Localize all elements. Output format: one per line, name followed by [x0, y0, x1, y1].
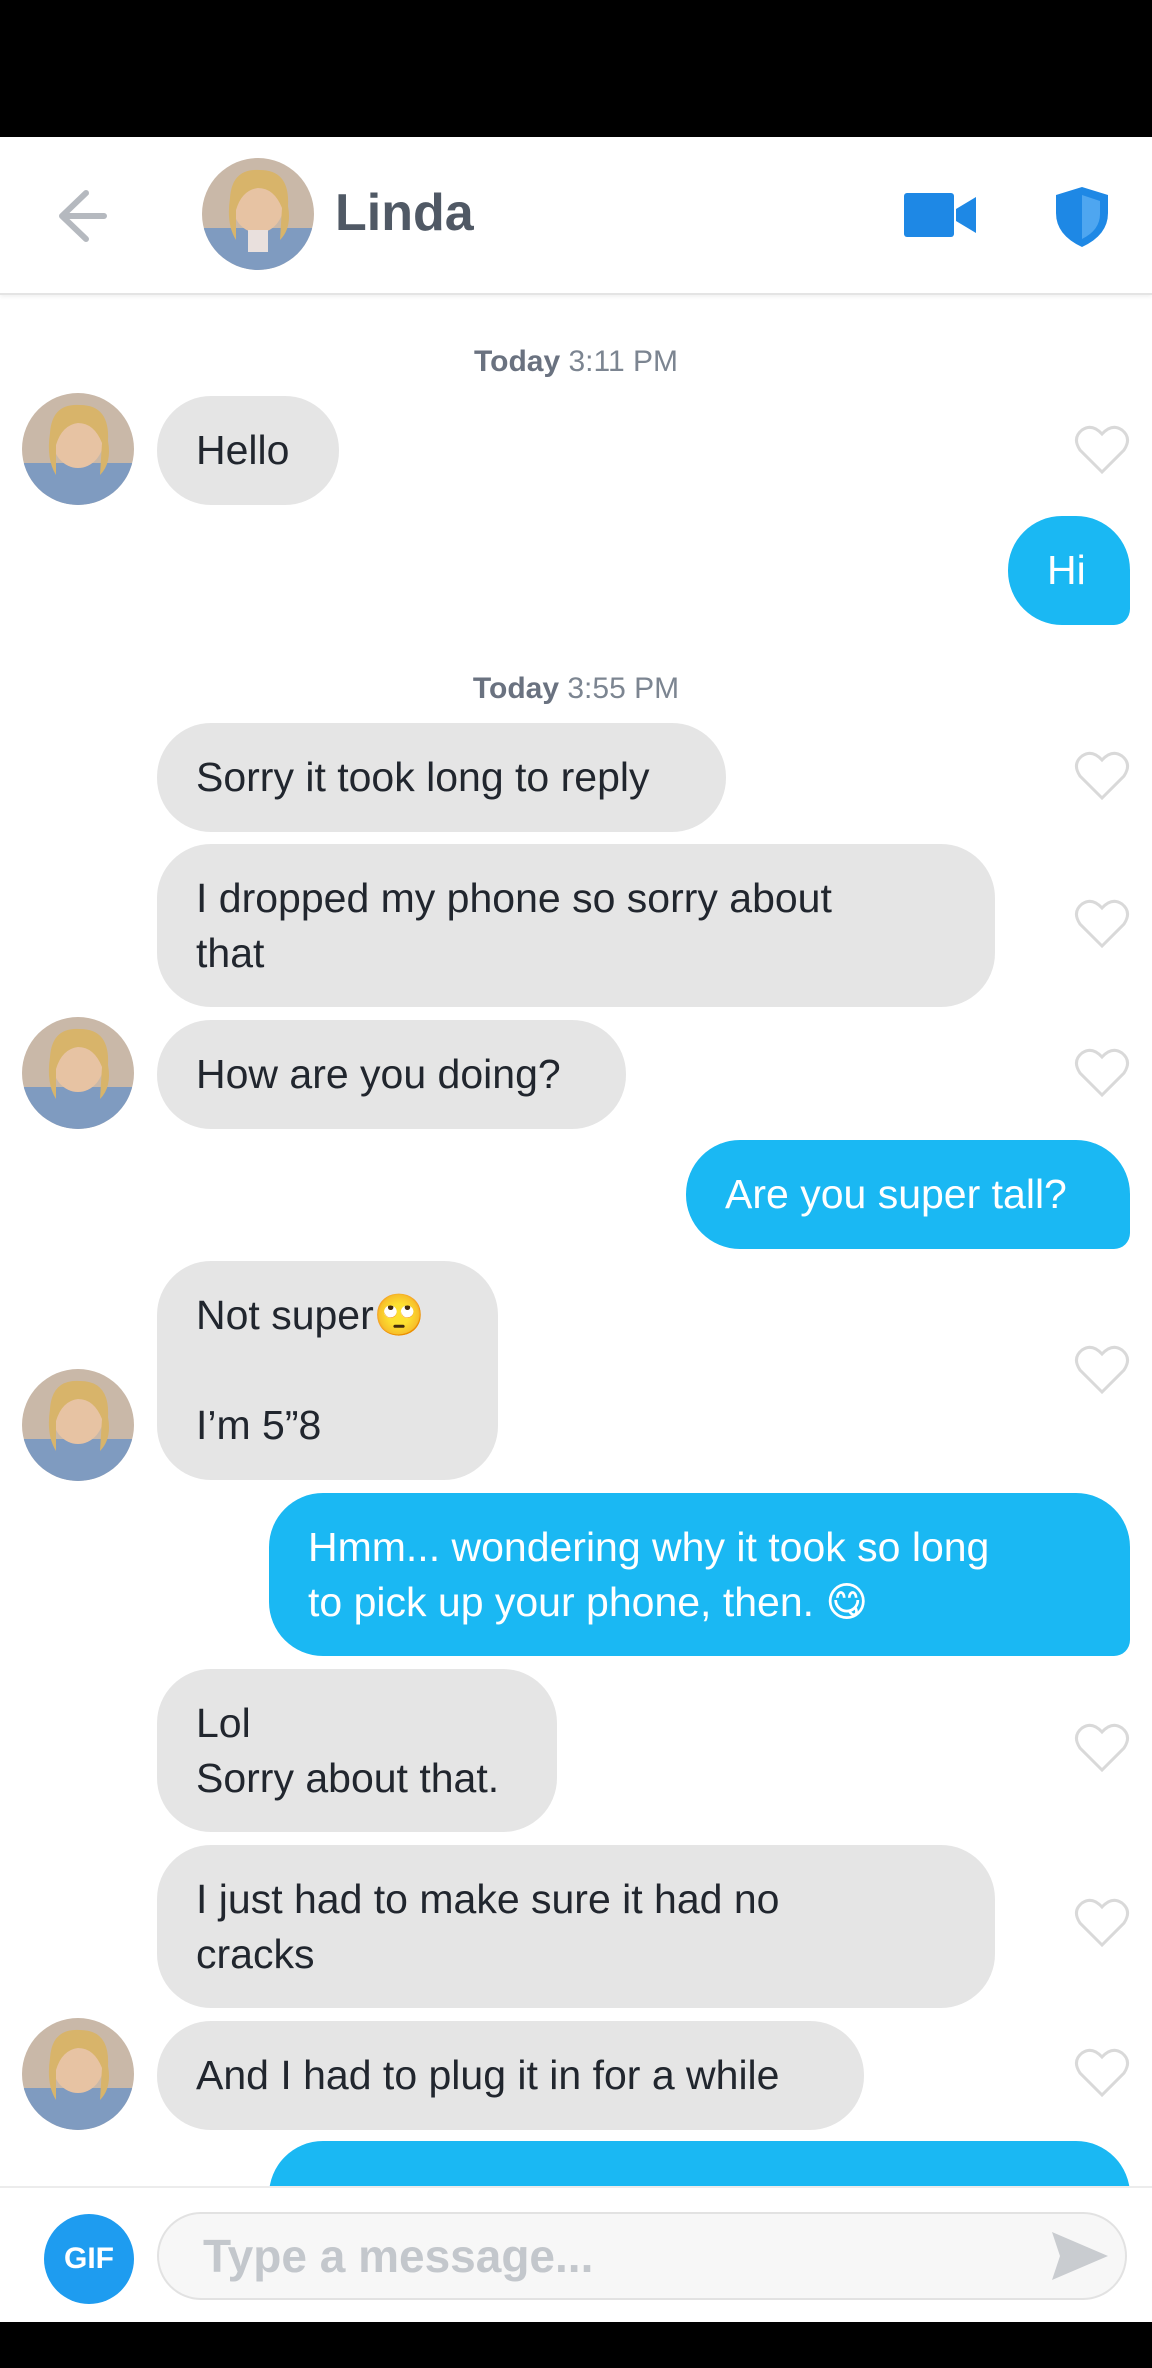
incoming-message[interactable]: Hello [157, 396, 339, 505]
message-text: I dropped my phone so sorry about that [196, 874, 832, 976]
timestamp: Today 3:11 PM [474, 345, 678, 378]
sender-avatar[interactable] [22, 2018, 134, 2130]
message-text: How are you doing? [196, 1051, 561, 1097]
message-input[interactable] [157, 2212, 1127, 2300]
contact-avatar[interactable] [202, 158, 314, 270]
message-text: I just had to make sure it had no cracks [196, 1875, 780, 1977]
message-text: Are you super tall? [725, 1171, 1067, 1217]
message-text: And I had to plug it in for a while [196, 2052, 780, 2098]
outgoing-message[interactable]: Are you super tall? [686, 1140, 1130, 1249]
incoming-message[interactable]: Not super🙄 I’m 5”8 [157, 1261, 498, 1480]
shield-icon[interactable] [1052, 185, 1112, 249]
gif-button[interactable]: GIF [44, 2214, 134, 2304]
message-text: Lol Sorry about that. [196, 1699, 500, 1801]
incoming-message[interactable]: How are you doing? [157, 1020, 626, 1129]
message-text: Hmm... wondering why it took so long to … [308, 1523, 990, 1625]
heart-icon[interactable] [1074, 1897, 1130, 1949]
message-text: Not super🙄 I’m 5”8 [196, 1292, 425, 1448]
video-call-icon[interactable] [900, 185, 980, 245]
incoming-message[interactable]: Sorry it took long to reply [157, 723, 726, 832]
heart-icon[interactable] [1074, 750, 1130, 802]
message-text: Hi [1047, 547, 1086, 593]
back-arrow-icon[interactable] [44, 181, 114, 251]
outgoing-message-partial[interactable] [269, 2141, 1130, 2186]
status-bar [0, 0, 1152, 137]
heart-icon[interactable] [1074, 1047, 1130, 1099]
message-composer: GIF [0, 2186, 1152, 2324]
incoming-message[interactable]: I just had to make sure it had no cracks [157, 1845, 995, 2008]
message-list[interactable]: Today 3:11 PM Hello Hi Today 3:55 PM Sor… [0, 295, 1152, 2186]
outgoing-message[interactable]: Hi [1008, 516, 1130, 625]
contact-name: Linda [335, 184, 474, 242]
chat-header: Linda [0, 137, 1152, 295]
heart-icon[interactable] [1074, 1722, 1130, 1774]
send-icon[interactable] [1050, 2230, 1110, 2282]
heart-icon[interactable] [1074, 1344, 1130, 1396]
incoming-message[interactable]: And I had to plug it in for a while [157, 2021, 864, 2130]
message-text: Hello [196, 427, 290, 473]
heart-icon[interactable] [1074, 424, 1130, 476]
incoming-message[interactable]: I dropped my phone so sorry about that [157, 844, 995, 1007]
message-text: Sorry it took long to reply [196, 754, 650, 800]
sender-avatar[interactable] [22, 393, 134, 505]
incoming-message[interactable]: Lol Sorry about that. [157, 1669, 557, 1832]
timestamp: Today 3:55 PM [472, 672, 680, 705]
navigation-bar [0, 2322, 1152, 2368]
heart-icon[interactable] [1074, 2047, 1130, 2099]
sender-avatar[interactable] [22, 1017, 134, 1129]
sender-avatar[interactable] [22, 1369, 134, 1481]
heart-icon[interactable] [1074, 898, 1130, 950]
outgoing-message[interactable]: Hmm... wondering why it took so long to … [269, 1493, 1130, 1656]
